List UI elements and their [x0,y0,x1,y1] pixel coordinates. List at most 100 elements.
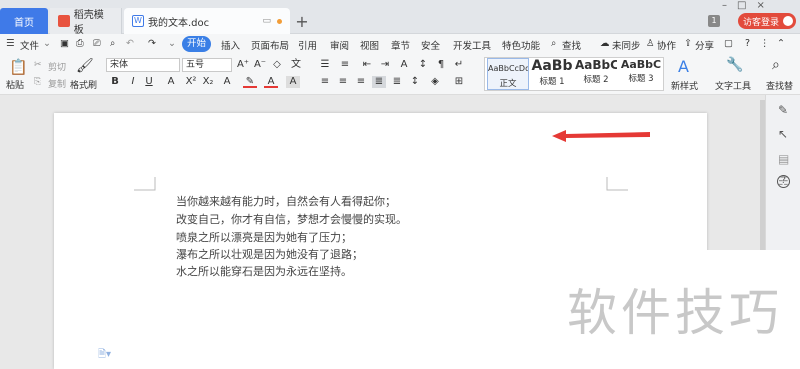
select-icon[interactable]: ↖ [778,127,788,141]
close-icon[interactable]: × [756,0,774,11]
menu-sync[interactable]: 未同步 [612,38,641,52]
more-format-icon[interactable]: A [220,76,234,88]
cut-icon[interactable]: ✂ [34,60,42,70]
sort-icon[interactable]: ↕ [416,59,430,71]
window-count-badge[interactable]: 1 [708,15,720,27]
print-icon[interactable]: ⎚ [93,38,101,49]
style-heading3[interactable]: AaBbC 标题 3 [619,58,663,90]
borders-icon[interactable]: ⊞ [452,76,466,88]
undo-icon[interactable]: ↶ [126,38,134,49]
menu-share[interactable]: 分享 [695,38,714,52]
share-icon[interactable]: ⇪ [684,38,692,49]
doc-line-2[interactable]: 改变自己，你才有自信，梦想才会慢慢的实现。 [176,211,407,227]
menu-page-layout[interactable]: 页面布局 [251,38,289,52]
hamburger-icon[interactable]: ☰ [6,38,15,49]
menu-view[interactable]: 视图 [360,38,379,52]
doc-line-4[interactable]: 瀑布之所以壮观是因为她没有了退路； [176,246,363,262]
collab-icon[interactable]: ♙ [646,38,655,49]
style-heading2[interactable]: AaBbC 标题 2 [575,58,617,90]
cut-button[interactable]: 剪切 [48,60,66,73]
menu-start[interactable]: 开始 [182,36,211,52]
edit-icon[interactable]: ✎ [778,103,788,117]
line-marks-icon[interactable]: ↵ [452,59,466,71]
bullets-icon[interactable]: ☰ [318,59,332,71]
shrink-font-icon[interactable]: A⁻ [253,59,267,71]
grow-font-icon[interactable]: A⁺ [236,59,250,71]
menu-review[interactable]: 审阅 [330,38,349,52]
clear-format-icon[interactable]: ◇ [270,59,284,71]
menu-developer[interactable]: 开发工具 [453,38,491,52]
paste-icon[interactable]: 📋 [9,58,28,76]
indent-icon[interactable]: ⇥ [378,59,392,71]
menu-collab[interactable]: 协作 [657,38,676,52]
format-painter-icon[interactable]: 🖌 [76,58,94,74]
italic-icon[interactable]: I [126,76,140,88]
copy-icon[interactable]: ⎘ [34,77,41,87]
collapse-ribbon-icon[interactable]: ⌃ [777,38,785,49]
show-marks-icon[interactable]: ¶ [434,59,448,71]
subscript-icon[interactable]: X₂ [201,76,215,88]
menu-insert[interactable]: 插入 [221,38,240,52]
more-icon[interactable]: ⋮ [760,38,770,49]
numbering-icon[interactable]: ≡ [338,59,352,71]
doc-line-3[interactable]: 喷泉之所以漂亮是因为她有了压力； [176,229,352,245]
char-shading-icon[interactable]: A [286,76,300,88]
superscript-icon[interactable]: X² [184,76,198,88]
vertical-scrollbar[interactable] [760,100,765,250]
doc-layout-icon[interactable]: 🗎▾ [98,347,111,364]
save-icon[interactable]: ▣ [60,38,69,49]
align-center-icon[interactable]: ≡ [336,76,350,88]
export-pdf-icon[interactable]: ⎙ [76,38,84,49]
shading-icon[interactable]: ◈ [428,76,442,88]
menu-special[interactable]: 特色功能 [502,38,540,52]
bold-icon[interactable]: B [108,76,122,88]
text-tools-icon[interactable]: 🔧 [726,57,743,73]
line-spacing-icon[interactable]: ↕ [408,76,422,88]
monitor-icon[interactable]: ▭ [262,16,271,26]
new-tab-icon[interactable]: + [292,12,312,31]
doc-line-5[interactable]: 水之所以能穿石是因为永远在坚持。 [176,263,352,279]
redo-icon[interactable]: ↷ [148,38,156,49]
help-icon[interactable]: ? [745,38,750,49]
strikethrough-icon[interactable]: A [164,76,178,88]
find-replace-icon[interactable]: ⌕ [772,57,780,73]
highlight-icon[interactable]: ✎ [243,76,257,88]
help-circle-icon[interactable]: ? [777,175,790,188]
tab-templates[interactable]: 稻壳模板 [50,8,122,36]
outdent-icon[interactable]: ⇤ [360,59,374,71]
doc-line-1[interactable]: 当你越来越有能力时，自然会有人看得起你； [176,193,396,209]
copy-button[interactable]: 复制 [48,77,66,90]
justify-icon[interactable]: ≣ [372,76,386,88]
tab-home[interactable]: 首页 [0,8,48,34]
search-icon[interactable]: ⌕ [551,38,556,49]
text-tools-button[interactable]: 文字工具 [715,79,751,92]
layout-icon[interactable]: ▤ [778,152,789,166]
print-preview-icon[interactable]: ⌕ [110,38,115,49]
find-replace-button[interactable]: 查找替 [766,79,793,92]
file-dropdown-icon[interactable]: ⌄ [43,38,51,49]
menu-chapter[interactable]: 章节 [391,38,410,52]
cloud-icon[interactable]: ☁ [600,38,610,49]
pinyin-icon[interactable]: 文 [289,59,303,71]
maximize-icon[interactable]: □ [737,0,756,11]
new-style-icon[interactable]: A [678,57,689,76]
font-size-select[interactable]: 五号 [182,58,232,72]
window-controls[interactable]: –□× [722,0,775,11]
new-style-button[interactable]: 新样式 [671,79,698,92]
menu-file[interactable]: 文件 [20,38,39,52]
style-normal[interactable]: AaBbCcDd 正文 [487,58,529,90]
more-dropdown-icon[interactable]: ⌄ [168,38,176,49]
style-heading1[interactable]: AaBb 标题 1 [531,58,573,90]
align-left-icon[interactable]: ≡ [318,76,332,88]
menu-search[interactable]: 查找 [562,38,581,52]
align-right-icon[interactable]: ≡ [354,76,368,88]
font-name-select[interactable]: 宋体 [106,58,180,72]
tab-document[interactable]: W 我的文本.doc ▭ [124,8,290,34]
font-color-icon[interactable]: A [264,76,278,88]
login-button[interactable]: 访客登录 [738,13,796,29]
chinese-layout-icon[interactable]: A [397,59,411,71]
comment-icon[interactable]: ▢ [724,38,733,49]
distribute-icon[interactable]: ≣ [390,76,404,88]
menu-references[interactable]: 引用 [298,38,317,52]
format-painter-button[interactable]: 格式刷 [70,78,97,91]
